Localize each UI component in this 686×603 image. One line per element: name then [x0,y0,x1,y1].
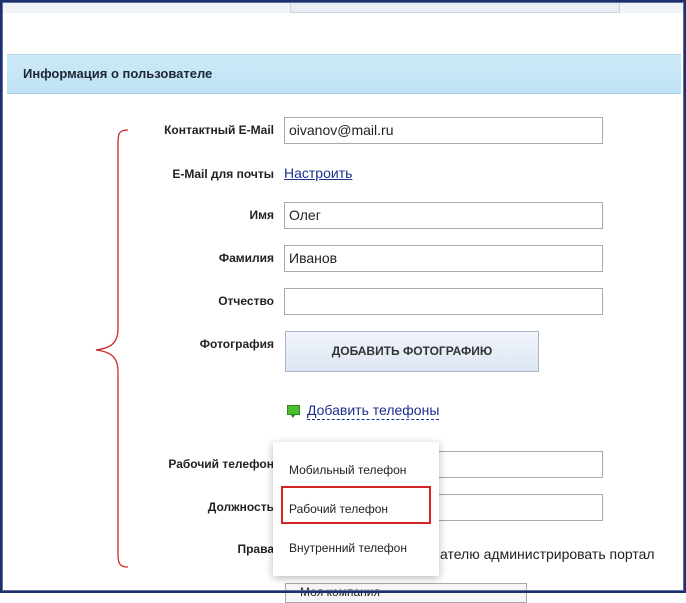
phone-type-menu: Мобильный телефон Рабочий телефон Внутре… [273,442,439,576]
add-photo-button[interactable]: ДОБАВИТЬ ФОТОГРАФИЮ [285,331,539,372]
rights-text: ателю администрировать портал [440,546,655,562]
top-button-partial[interactable] [290,2,620,13]
first-name-input[interactable]: Олег [284,202,603,229]
menu-item-mobile-phone[interactable]: Мобильный телефон [289,463,406,477]
section-title: Информация о пользователе [23,66,213,81]
add-phones-link[interactable]: Добавить телефоны [307,402,440,420]
last-name-input[interactable]: Иванов [284,245,603,272]
menu-item-internal-phone[interactable]: Внутренний телефон [289,541,407,555]
red-brace-annotation [95,129,129,568]
email-input[interactable]: oivanov@mail.ru [284,117,603,144]
company-select[interactable]: Моя компания [285,583,527,603]
highlight-box [281,486,431,524]
middle-name-input[interactable] [284,288,603,315]
phone-icon [287,405,300,418]
configure-link[interactable]: Настроить [284,165,352,181]
section-header: Информация о пользователе [7,54,681,94]
